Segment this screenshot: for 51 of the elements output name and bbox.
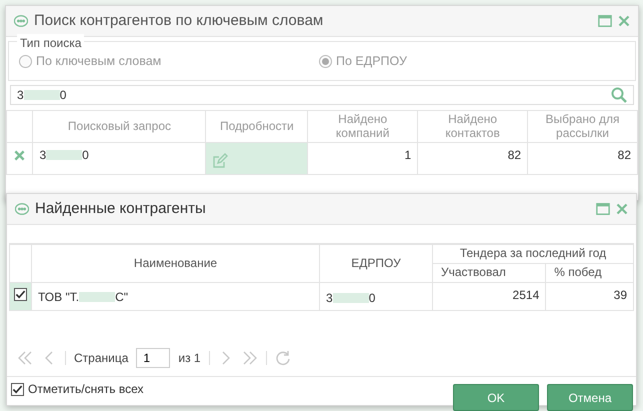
query-prefix: 3	[39, 147, 46, 164]
window-title: Поиск контрагентов по ключевым словам	[34, 10, 324, 31]
table-cell[interactable]	[206, 142, 308, 174]
table-cell: 82	[528, 142, 638, 174]
column-header: ЕДРПОУ	[320, 244, 432, 282]
edrpou-prefix: 3	[326, 290, 333, 307]
page-input[interactable]: 1	[136, 348, 170, 368]
query-suffix: 0	[82, 147, 89, 164]
select-all-label: Отметить/снять всех	[28, 381, 144, 398]
table-cell: 39	[546, 282, 634, 310]
table-cell: 82	[418, 142, 528, 174]
column-header: Выбрано для рассылки	[528, 110, 638, 142]
close-icon[interactable]	[618, 15, 630, 27]
maximize-icon[interactable]	[598, 14, 612, 28]
checkmark-icon	[15, 289, 26, 300]
window-logo-icon	[14, 14, 28, 28]
close-icon[interactable]	[616, 203, 628, 215]
column-group-header: Тендера за последний год	[432, 244, 634, 264]
column-header: Поисковый запрос	[32, 110, 206, 142]
company-name-prefix: ТОВ "Т.	[38, 289, 80, 306]
maximize-icon[interactable]	[596, 202, 610, 216]
page-label: Страница	[74, 350, 128, 367]
checkbox[interactable]	[14, 288, 27, 301]
column-header: % побед	[546, 264, 634, 282]
delete-icon[interactable]	[14, 150, 26, 162]
table-cell: 2514	[432, 282, 546, 310]
redaction-mark	[46, 150, 82, 160]
first-page-icon[interactable]	[17, 350, 33, 366]
window-title: Найденные контрагенты	[35, 198, 207, 219]
column-header: Найдено контактов	[418, 110, 528, 142]
refresh-icon[interactable]	[274, 350, 291, 366]
edit-icon[interactable]	[212, 152, 228, 169]
checkmark-icon	[12, 384, 23, 394]
column-header: Наименование	[32, 244, 320, 282]
radio-option[interactable]: По ключевым словам	[19, 52, 319, 71]
column-header: Участвовал	[432, 264, 546, 282]
search-field[interactable]: 3 0	[10, 85, 634, 105]
page-count: из 1	[178, 350, 201, 367]
cancel-button[interactable]: Отмена	[547, 384, 633, 411]
redaction-mark	[79, 292, 116, 302]
edrpou-suffix: 0	[368, 290, 376, 307]
ok-button[interactable]: OK	[453, 384, 539, 411]
redaction-mark	[332, 293, 369, 303]
radio-option[interactable]: По ЕДРПОУ	[319, 52, 619, 71]
last-page-icon[interactable]	[242, 350, 258, 366]
column-header: Найдено компаний	[308, 110, 418, 142]
company-name-suffix: С"	[115, 289, 128, 306]
checkbox[interactable]	[11, 382, 24, 396]
table-cell: 1	[308, 142, 418, 174]
window-logo-icon	[15, 202, 29, 216]
search-icon[interactable]	[611, 87, 627, 103]
